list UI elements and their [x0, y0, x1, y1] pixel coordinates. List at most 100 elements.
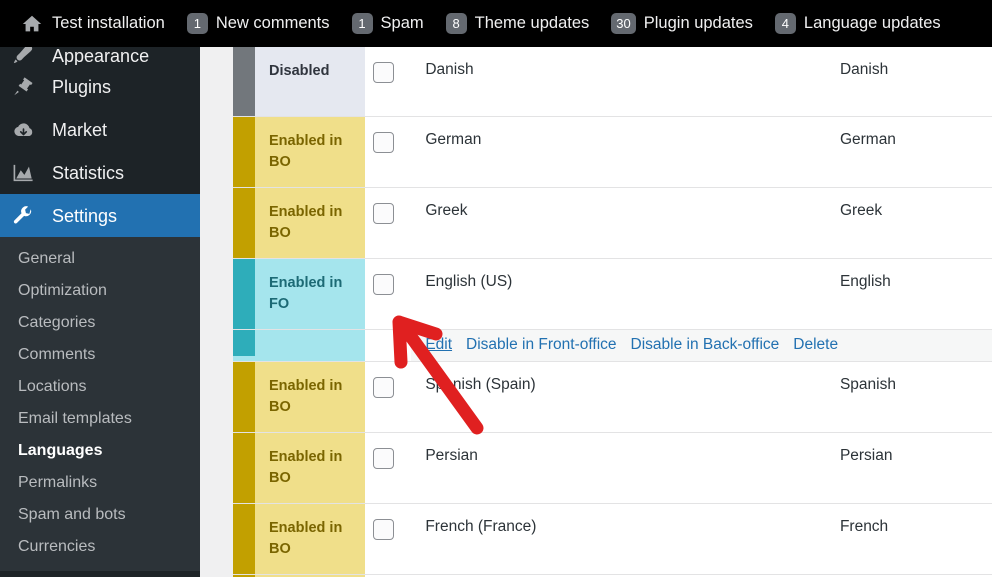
language-name-cell: German	[411, 116, 826, 189]
submenu-item-permalinks[interactable]: Permalinks	[0, 467, 200, 499]
brush-icon	[12, 47, 42, 65]
row-checkbox[interactable]	[373, 377, 395, 399]
row-select-cell	[365, 187, 412, 260]
table-row: Enabled in FOEnglish (US)EnglishAmeric	[233, 258, 992, 331]
language-cell: French	[825, 503, 992, 576]
disable-back-office-link[interactable]: Disable in Back-office	[631, 336, 780, 353]
submenu-item-currencies[interactable]: Currencies	[0, 531, 200, 563]
row-checkbox[interactable]	[373, 132, 395, 153]
language-name-cell: Danish	[411, 47, 826, 117]
language-name-cell: Persian	[411, 432, 826, 505]
admin-bar: Test installation 1 New comments 1 Spam 8 Them…	[0, 0, 992, 47]
adminbar-badge: 1	[351, 13, 373, 34]
row-checkbox[interactable]	[373, 203, 395, 225]
plug-icon	[12, 76, 42, 98]
submenu-item-general[interactable]: General	[0, 243, 200, 275]
language-name-cell: Spanish (Spain)	[411, 361, 826, 434]
submenu-item-locations[interactable]: Locations	[0, 371, 200, 403]
status-color-bar	[233, 47, 255, 116]
disable-front-office-link[interactable]: Disable in Front-office	[466, 336, 616, 353]
row-select-cell	[365, 116, 412, 189]
sidebar-item-label: Plugins	[52, 76, 112, 97]
page-root: Test installation 1 New comments 1 Spam 8 Them…	[0, 0, 992, 577]
content-area: DisabledDanishDanishDanishEnabled in BOG…	[200, 47, 992, 577]
table-row: Enabled in BOFrench (France)FrenchFrench	[233, 503, 992, 576]
language-name-cell: French (France)	[411, 503, 826, 576]
adminbar-item-spam[interactable]: 1 Spam	[341, 0, 435, 47]
sidebar-item-market[interactable]: Market	[0, 108, 200, 151]
row-select-cell	[365, 361, 412, 434]
admin-sidebar: Appearance Plugins Market Statistics Setting…	[0, 47, 208, 577]
table-row: Enabled in BOGreekGreekGreek t	[233, 187, 992, 260]
settings-submenu: General Optimization Categories Comments Loc…	[0, 237, 200, 571]
status-cell: Disabled	[233, 47, 366, 117]
adminbar-item-plugin-updates[interactable]: 30 Plugin updates	[600, 0, 764, 47]
table-row: Enabled in BOSpanish (Spain)SpanishSpani…	[233, 361, 992, 434]
submenu-item-categories[interactable]: Categories	[0, 307, 200, 339]
languages-table-wrapper: DisabledDanishDanishDanishEnabled in BOG…	[233, 47, 992, 577]
status-cell: Enabled in FO	[233, 258, 366, 331]
submenu-item-optimization[interactable]: Optimization	[0, 275, 200, 307]
adminbar-item-new-comments[interactable]: 1 New comments	[176, 0, 341, 47]
status-color-bar	[233, 433, 255, 504]
chart-icon	[12, 162, 42, 184]
sidebar-top-menu: Appearance Plugins Market Statistics Setting…	[0, 47, 208, 237]
language-cell: Greek	[825, 187, 992, 260]
status-badge: Enabled in BO	[269, 449, 343, 487]
submenu-item-languages[interactable]: Languages	[0, 435, 200, 467]
submenu-item-email-templates[interactable]: Email templates	[0, 403, 200, 435]
table-row: Enabled in BOPersianPersianPersian	[233, 432, 992, 505]
sidebar-item-appearance[interactable]: Appearance	[0, 47, 200, 65]
row-checkbox[interactable]	[373, 274, 395, 296]
delete-link[interactable]: Delete	[793, 336, 838, 353]
sidebar-item-statistics[interactable]: Statistics	[0, 151, 200, 194]
status-badge: Enabled in BO	[269, 520, 343, 558]
row-select-cell	[365, 432, 412, 505]
language-cell: Persian	[825, 432, 992, 505]
status-color-bar	[233, 504, 255, 575]
language-cell: German	[825, 116, 992, 189]
language-name-cell: Greek	[411, 187, 826, 260]
adminbar-item-label: Theme updates	[474, 14, 590, 32]
row-actions-cell: Edit Disable in Front-office Disable in Ba…	[411, 329, 992, 363]
status-cell: Enabled in BO	[233, 361, 366, 434]
status-color-bar	[233, 188, 255, 259]
cloud-download-icon	[12, 119, 42, 141]
row-actions-row: Edit Disable in Front-office Disable in Ba…	[233, 329, 992, 363]
adminbar-badge: 30	[611, 13, 636, 34]
adminbar-item-label: Test installation	[52, 14, 165, 32]
row-select-cell	[365, 258, 412, 331]
sidebar-item-label: Settings	[52, 205, 118, 226]
language-cell: Danish	[825, 47, 992, 117]
sidebar-item-settings[interactable]: Settings	[0, 194, 208, 237]
submenu-item-spam-and-bots[interactable]: Spam and bots	[0, 499, 200, 531]
language-cell: Spanish	[825, 361, 992, 434]
row-checkbox[interactable]	[373, 519, 395, 541]
edit-link[interactable]: Edit	[425, 336, 452, 353]
adminbar-badge: 8	[445, 13, 467, 34]
status-cell: Enabled in BO	[233, 432, 366, 505]
status-color-bar	[233, 259, 255, 330]
submenu-item-comments[interactable]: Comments	[0, 339, 200, 371]
language-cell: English	[825, 258, 992, 331]
sidebar-item-label: Statistics	[52, 162, 125, 183]
row-select-cell	[365, 503, 412, 576]
adminbar-item-label: New comments	[215, 14, 330, 32]
table-row: DisabledDanishDanishDanish	[233, 47, 992, 117]
adminbar-item-theme-updates[interactable]: 8 Theme updates	[435, 0, 601, 47]
row-checkbox[interactable]	[373, 62, 395, 83]
status-cell: Enabled in BO	[233, 116, 366, 189]
row-actions-blank	[365, 329, 412, 363]
adminbar-item-site-name[interactable]: Test installation	[10, 0, 176, 47]
adminbar-item-label: Language updates	[803, 14, 941, 32]
adminbar-badge: 1	[186, 13, 208, 34]
sidebar-item-label: Market	[52, 119, 108, 140]
sidebar-item-plugins[interactable]: Plugins	[0, 65, 200, 108]
row-checkbox[interactable]	[373, 448, 395, 470]
row-select-cell	[365, 47, 412, 117]
table-row: Enabled in BOGermanGermanGerman	[233, 116, 992, 189]
adminbar-item-language-updates[interactable]: 4 Language updates	[764, 0, 952, 47]
status-color-bar	[233, 117, 255, 188]
sidebar-item-label: Appearance	[52, 47, 150, 65]
adminbar-badge: 4	[774, 13, 796, 34]
